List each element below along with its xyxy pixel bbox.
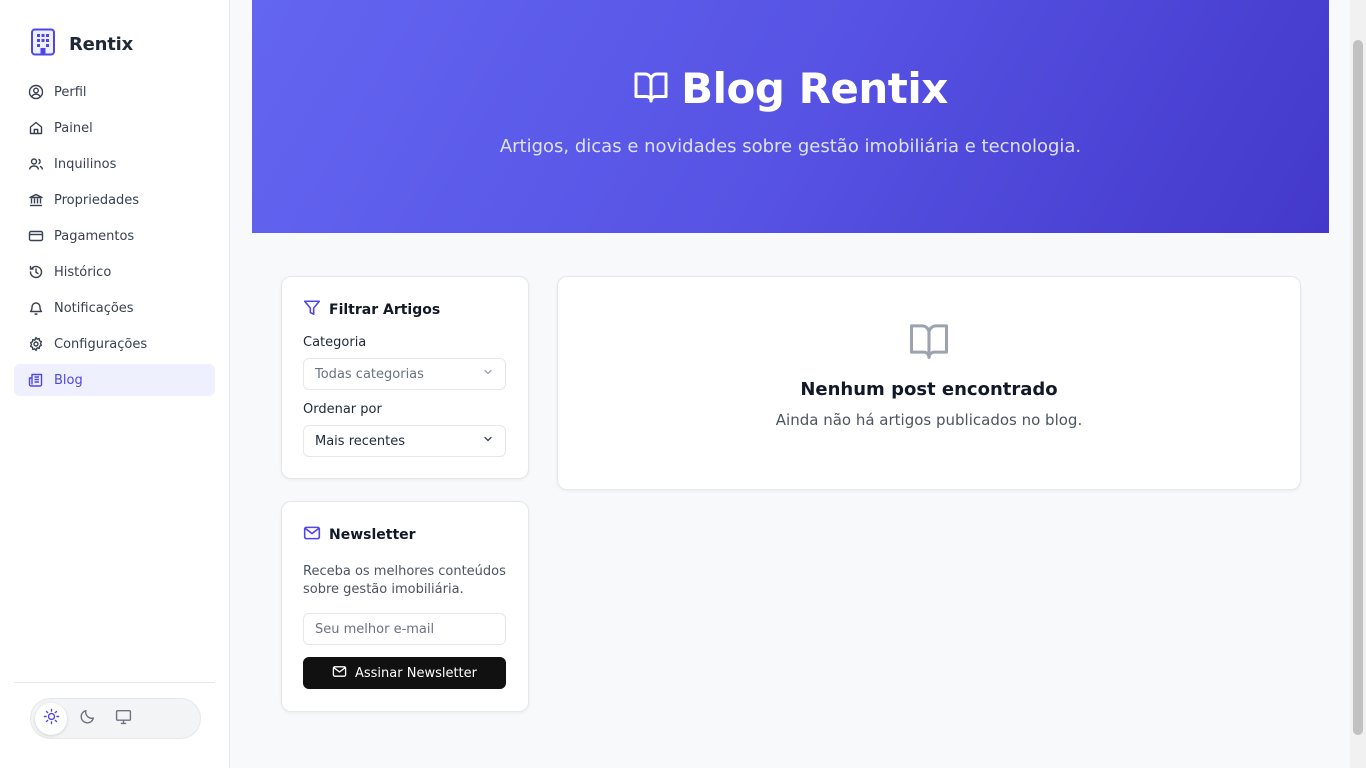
- filter-card-title: Filtrar Artigos: [303, 299, 440, 321]
- order-select[interactable]: Mais recentes: [303, 425, 506, 457]
- sidebar-item-notificacoes[interactable]: Notificações: [14, 292, 215, 324]
- newspaper-icon: [28, 372, 44, 388]
- email-placeholder: Seu melhor e-mail: [315, 621, 435, 637]
- sidebar-item-configuracoes[interactable]: Configurações: [14, 328, 215, 360]
- mail-icon: [332, 664, 347, 683]
- book-open-icon: [633, 70, 669, 108]
- hero-title-row: Blog Rentix: [252, 64, 1329, 113]
- newsletter-card: Newsletter Receba os melhores conteúdos …: [281, 501, 529, 712]
- brand-name: Rentix: [69, 33, 134, 55]
- order-label: Ordenar por: [303, 402, 382, 417]
- history-icon: [28, 264, 44, 280]
- empty-state-subtitle: Ainda não há artigos publicados no blog.: [775, 411, 1083, 429]
- newsletter-description: Receba os melhores conteúdos sobre gestã…: [303, 564, 506, 597]
- newsletter-title-text: Newsletter: [329, 527, 416, 543]
- sidebar-item-pagamentos[interactable]: Pagamentos: [14, 220, 215, 252]
- filter-card: Filtrar Artigos Categoria Todas categori…: [281, 276, 529, 479]
- building-logo-icon: [30, 28, 56, 60]
- sidebar-item-historico[interactable]: Histórico: [14, 256, 215, 288]
- newsletter-card-title: Newsletter: [303, 524, 416, 546]
- posts-empty-state: Nenhum post encontrado Ainda não há arti…: [557, 276, 1301, 490]
- theme-switcher: [30, 698, 201, 739]
- sidebar-item-label: Notificações: [54, 300, 134, 316]
- brand[interactable]: Rentix: [30, 28, 133, 60]
- sidebar-item-label: Configurações: [54, 336, 148, 352]
- chevron-down-icon: [482, 366, 494, 382]
- moon-icon: [79, 708, 96, 729]
- category-select[interactable]: Todas categorias: [303, 358, 506, 390]
- category-select-value: Todas categorias: [315, 366, 424, 382]
- monitor-icon: [115, 708, 132, 729]
- users-icon: [28, 156, 44, 172]
- bank-icon: [28, 192, 44, 208]
- home-icon: [28, 120, 44, 136]
- sidebar-item-label: Pagamentos: [54, 228, 135, 244]
- category-label: Categoria: [303, 335, 367, 350]
- page-title: Blog Rentix: [681, 64, 948, 113]
- mail-icon: [303, 524, 321, 546]
- sidebar-nav: Perfil Painel Inquilinos Propriedades Pa…: [14, 76, 215, 400]
- gear-icon: [28, 336, 44, 352]
- sidebar-item-label: Painel: [54, 120, 93, 136]
- empty-state-title: Nenhum post encontrado: [800, 379, 1058, 400]
- scrollbar-thumb[interactable]: [1353, 40, 1363, 735]
- subscribe-button-label: Assinar Newsletter: [354, 665, 477, 681]
- page-subtitle: Artigos, dicas e novidades sobre gestão …: [499, 136, 1082, 157]
- sidebar-item-inquilinos[interactable]: Inquilinos: [14, 148, 215, 180]
- theme-dark-button[interactable]: [71, 703, 103, 735]
- sidebar-item-label: Inquilinos: [54, 156, 117, 172]
- sidebar-divider: [14, 682, 215, 683]
- bell-icon: [28, 300, 44, 316]
- chevron-down-icon: [482, 433, 494, 449]
- theme-system-button[interactable]: [107, 703, 139, 735]
- theme-light-button[interactable]: [35, 702, 67, 735]
- funnel-icon: [303, 299, 321, 321]
- sidebar: Rentix Perfil Painel Inquilinos Propried…: [0, 0, 230, 768]
- page-scrollbar[interactable]: [1350, 0, 1366, 768]
- sidebar-item-label: Blog: [54, 372, 83, 388]
- sidebar-item-label: Perfil: [54, 84, 87, 100]
- sidebar-item-blog[interactable]: Blog: [14, 364, 215, 396]
- sun-icon: [43, 708, 60, 729]
- sidebar-item-propriedades[interactable]: Propriedades: [14, 184, 215, 216]
- sidebar-item-painel[interactable]: Painel: [14, 112, 215, 144]
- newsletter-email-input[interactable]: Seu melhor e-mail: [303, 613, 506, 645]
- empty-state-icon-wrap: [558, 321, 1300, 365]
- book-open-icon: [908, 321, 950, 365]
- sidebar-item-perfil[interactable]: Perfil: [14, 76, 215, 108]
- filter-title-text: Filtrar Artigos: [329, 302, 441, 318]
- credit-card-icon: [28, 228, 44, 244]
- sidebar-item-label: Histórico: [54, 264, 112, 280]
- sidebar-item-label: Propriedades: [54, 192, 140, 208]
- user-circle-icon: [28, 84, 44, 100]
- order-select-value: Mais recentes: [315, 433, 406, 449]
- subscribe-newsletter-button[interactable]: Assinar Newsletter: [303, 657, 506, 689]
- blog-hero-banner: Blog Rentix Artigos, dicas e novidades s…: [252, 0, 1329, 233]
